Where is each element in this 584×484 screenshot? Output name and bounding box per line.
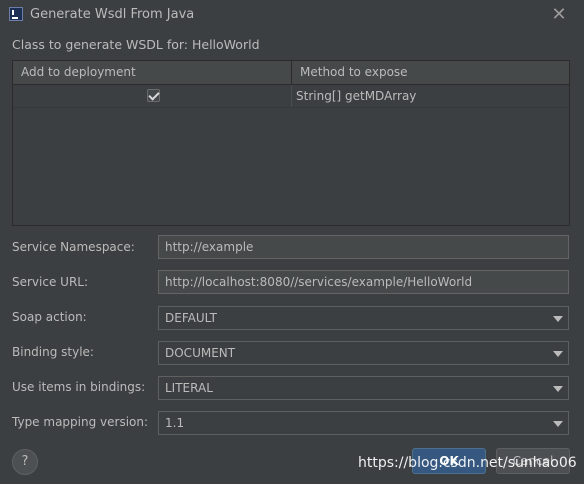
soap-action-label: Soap action:: [12, 310, 87, 324]
add-to-deployment-cell: [13, 85, 292, 107]
soap-action-value: DEFAULT: [165, 311, 217, 325]
add-to-deployment-checkbox[interactable]: [147, 89, 160, 102]
soap-action-dropdown[interactable]: DEFAULT: [158, 306, 569, 330]
dialog-title: Generate Wsdl From Java: [30, 7, 195, 22]
close-icon[interactable]: ✕: [548, 4, 570, 26]
method-cell: String[] getMDArray: [296, 89, 417, 103]
use-items-dropdown[interactable]: LITERAL: [158, 376, 569, 400]
service-url-field[interactable]: http://localhost:8080//services/example/…: [158, 270, 569, 294]
use-items-label: Use items in bindings:: [12, 380, 146, 394]
column-header-method-to-expose[interactable]: Method to expose: [292, 61, 569, 84]
binding-style-dropdown[interactable]: DOCUMENT: [158, 341, 569, 365]
type-mapping-label: Type mapping version:: [12, 415, 149, 429]
chevron-down-icon: [553, 421, 563, 427]
chevron-down-icon: [553, 316, 563, 322]
binding-style-label: Binding style:: [12, 345, 94, 359]
column-header-add-to-deployment[interactable]: Add to deployment: [13, 61, 292, 84]
intellij-logo-icon: [9, 7, 23, 21]
methods-table: Add to deployment Method to expose Strin…: [12, 60, 570, 226]
type-mapping-dropdown[interactable]: 1.1: [158, 411, 569, 435]
class-label: Class to generate WSDL for: HelloWorld: [12, 37, 260, 52]
table-header: Add to deployment Method to expose: [13, 61, 569, 85]
service-namespace-label: Service Namespace:: [12, 240, 135, 254]
service-url-label: Service URL:: [12, 275, 89, 289]
chevron-down-icon: [553, 386, 563, 392]
service-namespace-field[interactable]: http://example: [158, 235, 569, 259]
chevron-down-icon: [553, 351, 563, 357]
binding-style-value: DOCUMENT: [165, 346, 236, 360]
use-items-value: LITERAL: [165, 381, 213, 395]
title-bar: Generate Wsdl From Java ✕: [0, 0, 584, 30]
watermark-text: https://blog.csdn.net/sunhao06: [358, 455, 577, 471]
table-row[interactable]: String[] getMDArray: [13, 85, 569, 108]
help-button[interactable]: ?: [12, 449, 38, 475]
type-mapping-value: 1.1: [165, 416, 185, 430]
